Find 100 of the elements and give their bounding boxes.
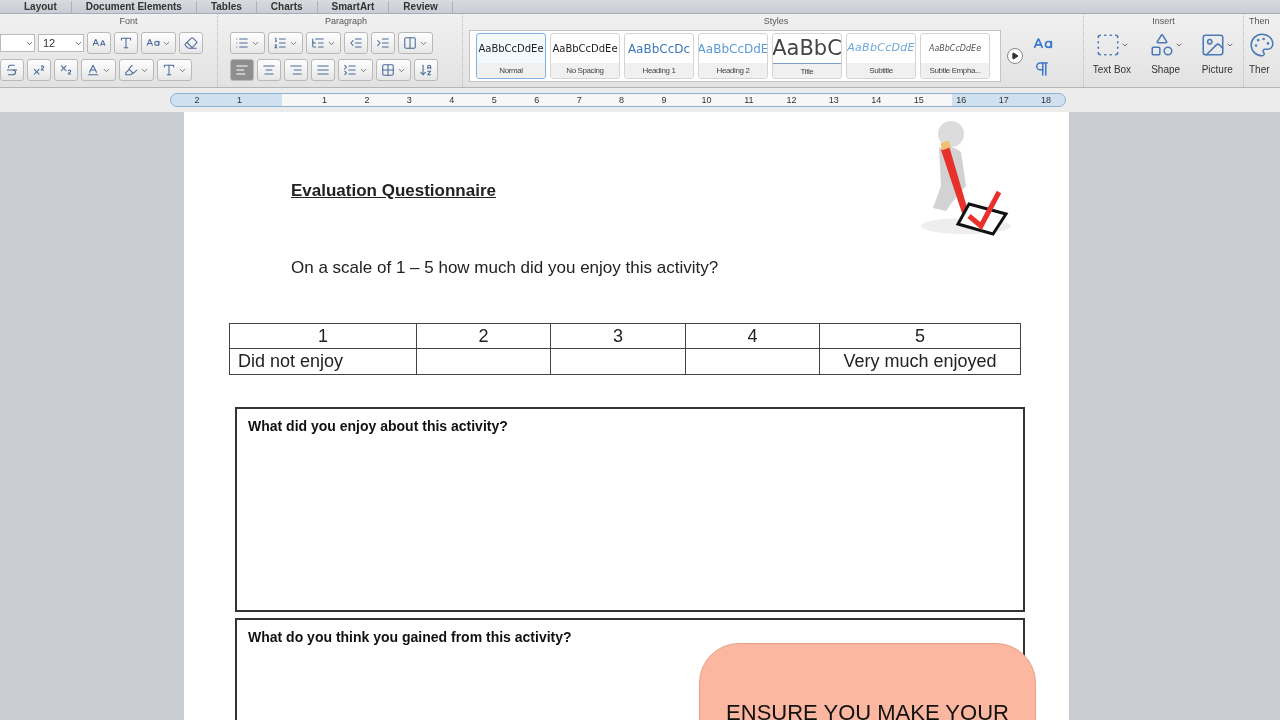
columns-button[interactable] xyxy=(398,32,433,54)
font-name-field[interactable] xyxy=(0,34,35,52)
multilevel-list-button[interactable] xyxy=(306,32,341,54)
group-title: Styles xyxy=(763,15,789,28)
shapes-icon xyxy=(1148,32,1175,58)
subscript-button[interactable] xyxy=(54,59,78,81)
table-cell: Very much enjoyed xyxy=(819,348,1021,374)
styles-pane-icon[interactable] xyxy=(1033,60,1051,78)
align-button[interactable] xyxy=(311,59,335,81)
play-icon xyxy=(1011,52,1019,60)
caret-icon xyxy=(1120,41,1129,49)
align-icon xyxy=(235,63,249,77)
ruler-number: 11 xyxy=(744,94,754,106)
line-spacing-button[interactable] xyxy=(338,59,373,81)
decrease-indent-icon xyxy=(349,36,363,50)
table-cell: 3 xyxy=(550,323,686,348)
font-color-icon xyxy=(86,63,100,77)
increase-indent-button[interactable] xyxy=(371,32,395,54)
answer-box[interactable]: What did you enjoy about this activity? xyxy=(235,406,1025,612)
highlight-button[interactable] xyxy=(119,59,154,81)
align-button[interactable] xyxy=(284,59,308,81)
style-item[interactable]: AaBbC Title xyxy=(772,33,842,79)
image-icon xyxy=(1200,32,1227,58)
ruler-number: 15 xyxy=(913,94,924,106)
insert-button[interactable]: Shape xyxy=(1148,32,1183,77)
highlight-icon xyxy=(124,63,138,77)
text-effects-icon xyxy=(162,63,176,77)
ruler-number: 4 xyxy=(449,94,455,106)
ribbon-tab[interactable]: Tables xyxy=(196,0,257,13)
text-box-icon xyxy=(1094,32,1121,58)
subscript-icon xyxy=(59,63,73,77)
clear-format-icon xyxy=(184,36,198,50)
ruler-number: 7 xyxy=(576,94,582,106)
ribbon-tab[interactable]: Review xyxy=(389,0,453,13)
ruler-number: 17 xyxy=(998,94,1009,106)
ruler-number: 3 xyxy=(406,94,412,106)
change-case-button[interactable] xyxy=(141,32,176,54)
ribbon-tab[interactable]: Charts xyxy=(256,0,318,13)
decrease-indent-button[interactable] xyxy=(344,32,368,54)
style-item[interactable]: AaBbCcDdEe Normal xyxy=(476,33,546,79)
ruler-number: 9 xyxy=(661,94,667,106)
ruler-number: 2 xyxy=(364,94,370,106)
ribbon-tab[interactable]: SmartArt xyxy=(317,0,390,13)
table-cell: 2 xyxy=(416,323,551,348)
ruler-number: 1 xyxy=(321,94,327,106)
font-size-field[interactable]: 12 xyxy=(38,34,84,52)
themes-button[interactable]: Ther xyxy=(1249,32,1280,77)
ruler-number: 14 xyxy=(871,94,882,106)
grow-font-button[interactable] xyxy=(87,32,111,54)
sort-button[interactable] xyxy=(414,59,438,81)
group-title: Then xyxy=(1249,15,1271,28)
borders-button[interactable] xyxy=(376,59,411,81)
bullets-button[interactable] xyxy=(230,32,265,54)
strikethrough-icon xyxy=(5,63,19,77)
align-icon xyxy=(262,63,276,77)
style-item[interactable]: AaBbCcDdEe No Spacing xyxy=(550,33,620,79)
multilevel-list-icon xyxy=(311,36,325,50)
align-button[interactable] xyxy=(257,59,281,81)
numbering-button[interactable] xyxy=(268,32,303,54)
group-title: Font xyxy=(118,15,139,28)
ruler-number: 12 xyxy=(786,94,797,106)
style-item[interactable]: AaBbCcDdEe Subtle Empha... xyxy=(920,33,990,79)
caret-icon xyxy=(1226,41,1235,49)
text-effects-button[interactable] xyxy=(157,59,192,81)
font-color-button[interactable] xyxy=(81,59,116,81)
question-text: On a scale of 1 – 5 how much did you enjoy this activity? xyxy=(291,257,720,279)
table-cell: 4 xyxy=(685,323,820,348)
sort-icon xyxy=(419,63,433,77)
clear-format-button[interactable] xyxy=(179,32,203,54)
table-cell: 5 xyxy=(819,323,1021,348)
ruler-number: 2 xyxy=(194,94,200,106)
ruler-number: 5 xyxy=(491,94,497,106)
style-item[interactable]: AaBbCcDc Heading 1 xyxy=(624,33,694,79)
group-title: Insert xyxy=(1152,15,1175,28)
align-icon xyxy=(289,63,303,77)
insert-button[interactable]: Picture xyxy=(1200,32,1235,77)
strikethrough-button[interactable] xyxy=(0,59,24,81)
table-cell: Did not enjoy xyxy=(229,348,417,374)
insert-button[interactable]: Text Box xyxy=(1092,32,1132,77)
ribbon-tab[interactable]: Layout xyxy=(10,0,72,13)
superscript-button[interactable] xyxy=(27,59,51,81)
palette-icon xyxy=(1249,32,1275,58)
style-item[interactable]: AaBbCcDdE Subtitle xyxy=(846,33,916,79)
ruler-number: 10 xyxy=(701,94,712,106)
ruler-number: 6 xyxy=(534,94,540,106)
ruler-number: 18 xyxy=(1041,94,1052,106)
ribbon-tab[interactable]: Document Elements xyxy=(71,0,197,13)
columns-icon xyxy=(403,36,417,50)
ruler-number: 8 xyxy=(619,94,625,106)
ruler-number: 1 xyxy=(237,94,243,106)
align-icon xyxy=(316,63,330,77)
ruler-number: 16 xyxy=(956,94,967,106)
table-cell: 1 xyxy=(229,323,417,348)
line-spacing-icon xyxy=(343,63,357,77)
bullets-icon xyxy=(235,36,249,50)
document-title: Evaluation Questionnaire xyxy=(291,180,496,202)
borders-icon xyxy=(381,63,395,77)
align-button[interactable] xyxy=(230,59,254,81)
gallery-next-button[interactable] xyxy=(1007,48,1023,64)
superscript-icon xyxy=(32,63,46,77)
